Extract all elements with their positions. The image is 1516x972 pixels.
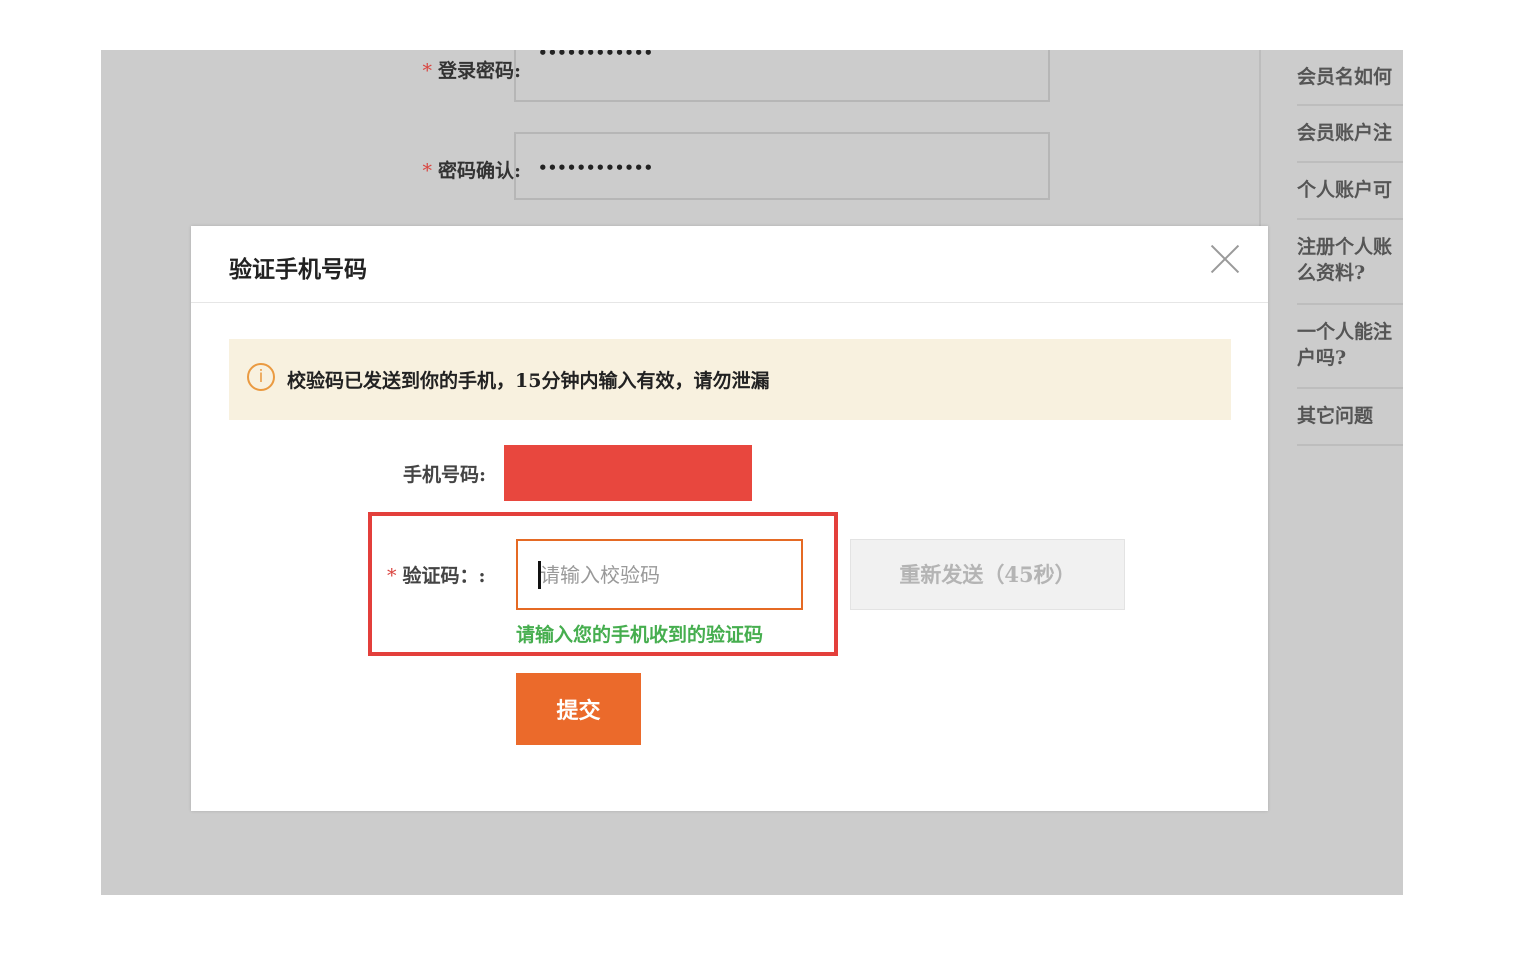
verify-phone-dialog: 验证手机号码 i 校验码已发送到你的手机，15分钟内输入有效，请勿泄漏 手机号码…	[191, 226, 1268, 811]
sidebar-item[interactable]: 个人账户可	[1297, 163, 1403, 220]
code-label: * 验证码：:	[387, 565, 486, 587]
code-hint: 请输入您的手机收到的验证码	[516, 624, 764, 646]
sidebar-item[interactable]: 一个人能注 户吗?	[1297, 305, 1403, 389]
verification-code-input[interactable]	[516, 539, 803, 610]
notice-banner: i 校验码已发送到你的手机，15分钟内输入有效，请勿泄漏	[229, 339, 1231, 420]
sidebar-item[interactable]: 会员名如何	[1297, 50, 1403, 106]
close-icon[interactable]	[1208, 242, 1242, 276]
help-sidebar: 会员名如何 会员账户注 个人账户可 注册个人账 么资料? 一个人能注 户吗? 其它问…	[1297, 50, 1403, 446]
phone-value-redacted	[504, 445, 752, 501]
phone-label: 手机号码:	[403, 464, 487, 486]
sidebar-item[interactable]: 注册个人账 么资料?	[1297, 220, 1403, 305]
password-label: * 登录密码:	[422, 60, 521, 82]
password-confirm-input[interactable]: ••••••••••••	[514, 132, 1050, 200]
sidebar-item[interactable]: 其它问题	[1297, 389, 1403, 446]
info-icon: i	[247, 363, 275, 391]
notice-text: 校验码已发送到你的手机，15分钟内输入有效，请勿泄漏	[287, 370, 770, 392]
password-input[interactable]: ••••••••••••	[514, 50, 1050, 102]
password-confirm-label: * 密码确认:	[422, 160, 521, 182]
password-confirm-row: * 密码确认: ••••••••••••	[101, 132, 1261, 204]
password-row: * 登录密码: ••••••••••••	[101, 50, 1261, 102]
sidebar-item[interactable]: 会员账户注	[1297, 106, 1403, 163]
text-caret	[538, 561, 541, 589]
submit-button[interactable]: 提交	[516, 673, 641, 745]
dialog-header: 验证手机号码	[191, 226, 1268, 303]
dialog-title: 验证手机号码	[229, 256, 367, 283]
resend-button[interactable]: 重新发送（45秒）	[850, 539, 1125, 610]
